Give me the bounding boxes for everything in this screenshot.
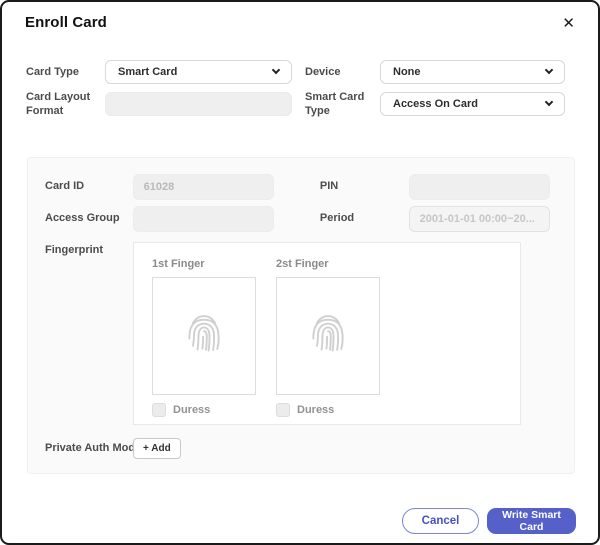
card-type-value: Smart Card bbox=[118, 66, 177, 78]
fingerprint-box: 1st Finger bbox=[133, 242, 521, 425]
write-smart-card-button[interactable]: Write Smart Card bbox=[487, 508, 576, 534]
dialog-footer: Cancel Write Smart Card bbox=[402, 508, 576, 534]
duress-label: Duress bbox=[173, 404, 210, 416]
add-private-auth-button[interactable]: + Add bbox=[133, 438, 181, 459]
chevron-down-icon bbox=[545, 66, 553, 74]
finger-2-title: 2st Finger bbox=[276, 258, 380, 270]
fingerprint-section: Fingerprint 1st Finger bbox=[45, 242, 550, 425]
top-form: Card Type Smart Card Device None Card La… bbox=[26, 60, 598, 119]
finger-1-scan-area[interactable] bbox=[152, 277, 256, 395]
pin-label: PIN bbox=[320, 179, 409, 193]
panel-row-1: Card ID PIN bbox=[45, 174, 550, 200]
access-group-label: Access Group bbox=[45, 211, 133, 225]
private-auth-mode-row: Private Auth Mode + Add bbox=[45, 438, 550, 459]
card-detail-panel: Card ID PIN Access Group Period Fingerpr… bbox=[27, 157, 575, 474]
enroll-card-dialog: Enroll Card ✕ Card Type Smart Card Devic… bbox=[0, 0, 600, 545]
form-row-2: Card Layout Format Smart Card Type Acces… bbox=[26, 90, 598, 119]
period-input[interactable] bbox=[409, 206, 550, 232]
card-layout-format-input[interactable] bbox=[105, 92, 292, 116]
smart-card-type-value: Access On Card bbox=[393, 98, 478, 110]
period-label: Period bbox=[320, 211, 409, 225]
dialog-title: Enroll Card bbox=[25, 14, 107, 31]
dialog-header: Enroll Card ✕ bbox=[2, 2, 598, 33]
access-group-input[interactable] bbox=[133, 206, 274, 232]
fingerprint-label: Fingerprint bbox=[45, 242, 133, 257]
device-value: None bbox=[393, 66, 421, 78]
device-select[interactable]: None bbox=[380, 60, 565, 84]
pin-input[interactable] bbox=[409, 174, 550, 200]
card-type-select[interactable]: Smart Card bbox=[105, 60, 292, 84]
finger-col-2: 2st Finger bbox=[276, 258, 380, 424]
card-layout-format-label: Card Layout Format bbox=[26, 90, 105, 119]
finger-col-1: 1st Finger bbox=[152, 258, 256, 424]
fingerprint-icon bbox=[182, 310, 226, 361]
duress-checkbox[interactable] bbox=[152, 403, 166, 417]
close-icon[interactable]: ✕ bbox=[559, 14, 578, 33]
chevron-down-icon bbox=[545, 98, 553, 106]
chevron-down-icon bbox=[272, 66, 280, 74]
form-row-1: Card Type Smart Card Device None bbox=[26, 60, 598, 84]
fingerprint-icon bbox=[306, 310, 350, 361]
device-label: Device bbox=[305, 65, 380, 79]
private-auth-mode-label: Private Auth Mode bbox=[45, 441, 133, 455]
card-id-label: Card ID bbox=[45, 179, 133, 193]
finger-2-scan-area[interactable] bbox=[276, 277, 380, 395]
finger-2-duress: Duress bbox=[276, 403, 380, 417]
finger-1-duress: Duress bbox=[152, 403, 256, 417]
cancel-button[interactable]: Cancel bbox=[402, 508, 479, 534]
duress-label: Duress bbox=[297, 404, 334, 416]
smart-card-type-select[interactable]: Access On Card bbox=[380, 92, 565, 116]
card-id-input[interactable] bbox=[133, 174, 274, 200]
finger-1-title: 1st Finger bbox=[152, 258, 256, 270]
smart-card-type-label: Smart Card Type bbox=[305, 90, 380, 119]
card-type-label: Card Type bbox=[26, 65, 105, 79]
duress-checkbox[interactable] bbox=[276, 403, 290, 417]
panel-row-2: Access Group Period bbox=[45, 206, 550, 232]
